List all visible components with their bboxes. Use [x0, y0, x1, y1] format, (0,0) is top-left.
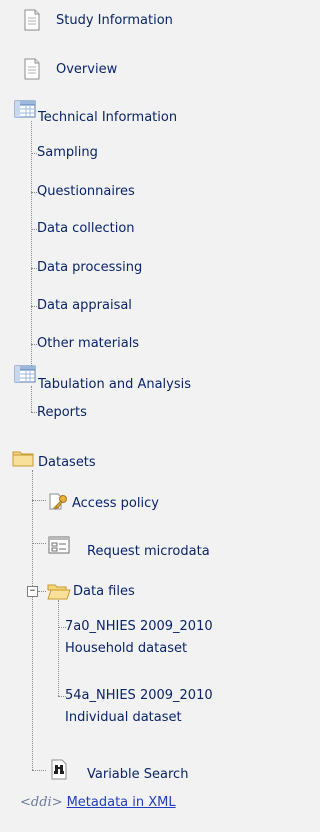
metadata-xml-link[interactable]: Metadata in XML — [67, 795, 176, 810]
nav-label[interactable]: Questionnaires — [37, 184, 135, 199]
folder-open-icon — [47, 584, 71, 600]
nav-technical-information[interactable]: Technical Information — [38, 110, 177, 126]
nav-label[interactable]: Access policy — [72, 496, 159, 511]
tree-connector — [32, 543, 46, 544]
tree-connector — [58, 600, 59, 696]
nav-file-household[interactable]: 7a0_NHIES 2009_2010 Household dataset — [65, 619, 213, 657]
nav-label[interactable]: Other materials — [37, 336, 139, 351]
nav-questionnaires[interactable]: Questionnaires — [37, 184, 135, 200]
nav-reports[interactable]: Reports — [37, 405, 87, 421]
folder-icon — [12, 451, 34, 467]
ddi-logo: <ddi> — [20, 795, 63, 810]
tree-connector — [38, 591, 46, 592]
nav-overview[interactable]: Overview — [56, 62, 117, 78]
nav-study-information[interactable]: Study Information — [56, 13, 173, 29]
nav-variable-search[interactable]: Variable Search — [87, 767, 188, 783]
nav-data-processing[interactable]: Data processing — [37, 260, 142, 276]
metadata-xml-row: <ddi> Metadata in XML — [20, 795, 176, 811]
file-name[interactable]: 7a0_NHIES 2009_2010 — [65, 619, 213, 635]
nav-label[interactable]: Study Information — [56, 13, 173, 28]
table-icon — [14, 365, 36, 383]
navigation-tree: Study Information Overview Technical Inf… — [0, 0, 295, 832]
tree-connector — [31, 386, 32, 412]
tree-connector — [32, 500, 46, 501]
nav-access-policy[interactable]: Access policy — [72, 496, 159, 512]
nav-label[interactable]: Request microdata — [87, 544, 210, 559]
nav-label[interactable]: Data files — [73, 584, 135, 599]
key-icon — [49, 493, 67, 510]
nav-datasets[interactable]: Datasets — [38, 455, 96, 471]
nav-label[interactable]: Tabulation and Analysis — [38, 377, 191, 392]
tree-connector — [31, 121, 32, 380]
file-description[interactable]: Household dataset — [65, 641, 213, 657]
nav-other-materials[interactable]: Other materials — [37, 336, 139, 352]
nav-label[interactable]: Data collection — [37, 221, 135, 236]
nav-label[interactable]: Technical Information — [38, 110, 177, 125]
file-description[interactable]: Individual dataset — [65, 710, 213, 726]
nav-label[interactable]: Data processing — [37, 260, 142, 275]
nav-file-individual[interactable]: 54a_NHIES 2009_2010 Individual dataset — [65, 688, 213, 726]
nav-label[interactable]: Datasets — [38, 455, 96, 470]
collapse-toggle[interactable]: − — [27, 586, 38, 597]
nav-data-appraisal[interactable]: Data appraisal — [37, 298, 132, 314]
nav-label[interactable]: Variable Search — [87, 767, 188, 782]
form-icon — [48, 536, 70, 554]
page-icon — [24, 58, 40, 80]
table-icon — [14, 100, 36, 118]
nav-label[interactable]: Sampling — [37, 145, 98, 160]
tree-connector — [32, 470, 33, 770]
nav-label[interactable]: Overview — [56, 62, 117, 77]
page-icon — [24, 9, 40, 31]
binoculars-icon — [51, 759, 67, 780]
nav-sampling[interactable]: Sampling — [37, 145, 98, 161]
nav-label[interactable]: Reports — [37, 405, 87, 420]
nav-tabulation-analysis[interactable]: Tabulation and Analysis — [38, 377, 191, 393]
file-name[interactable]: 54a_NHIES 2009_2010 — [65, 688, 213, 704]
nav-data-collection[interactable]: Data collection — [37, 221, 135, 237]
nav-data-files[interactable]: Data files — [73, 584, 135, 600]
nav-request-microdata[interactable]: Request microdata — [87, 544, 210, 560]
tree-connector — [32, 770, 46, 771]
nav-label[interactable]: Data appraisal — [37, 298, 132, 313]
